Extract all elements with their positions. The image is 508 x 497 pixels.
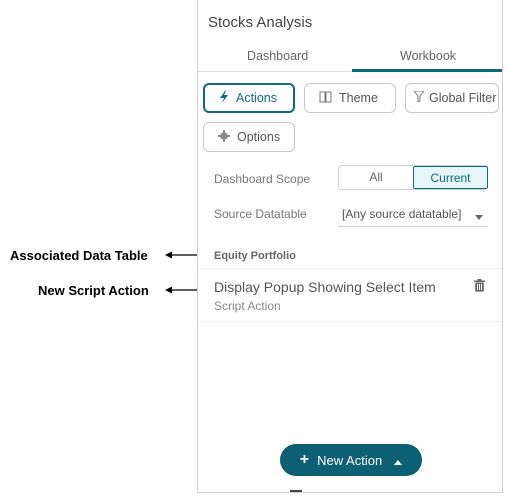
dashboard-scope-toggle: All Current [338, 165, 488, 190]
filter-icon [412, 90, 426, 105]
global-filter-button[interactable]: Global Filter [405, 83, 499, 113]
options-button-label: Options [237, 130, 281, 144]
chevron-down-icon [475, 209, 483, 223]
source-datatable-value: [Any source datatable] [342, 207, 462, 221]
action-item-type: Script Action [214, 299, 281, 313]
theme-button[interactable]: Theme [304, 83, 396, 113]
source-datatable-label: Source Datatable [214, 207, 307, 221]
action-item-title: Display Popup Showing Select Item [214, 279, 436, 295]
tab-bar: Dashboard Workbook [198, 45, 502, 72]
resize-handle[interactable] [290, 490, 302, 492]
callout-new-script-action: New Script Action [38, 283, 149, 298]
source-datatable-select[interactable]: [Any source datatable] [338, 200, 488, 227]
caret-up-icon [394, 453, 403, 468]
actions-button-label: Actions [236, 91, 277, 105]
scope-option-current[interactable]: Current [413, 166, 488, 189]
new-action-button[interactable]: + New Action [280, 444, 422, 476]
tab-dashboard[interactable]: Dashboard [247, 49, 308, 63]
active-tab-indicator [352, 69, 502, 72]
tab-workbook[interactable]: Workbook [400, 49, 456, 63]
trash-icon[interactable] [474, 279, 485, 297]
plus-icon: + [299, 451, 310, 468]
callout-associated-data-table: Associated Data Table [10, 248, 148, 263]
gear-icon [218, 129, 230, 145]
scope-option-all[interactable]: All [339, 166, 413, 189]
book-icon [319, 91, 332, 106]
panel-title: Stocks Analysis [208, 14, 313, 31]
lightning-icon [219, 90, 229, 106]
actions-button[interactable]: Actions [203, 83, 295, 113]
new-action-label: New Action [317, 452, 383, 468]
data-table-group-title: Equity Portfolio [214, 250, 296, 262]
options-button[interactable]: Options [203, 122, 295, 152]
workbook-actions-panel: Stocks Analysis Dashboard Workbook Actio… [197, 0, 503, 493]
dashboard-scope-label: Dashboard Scope [214, 172, 311, 186]
theme-button-label: Theme [339, 91, 378, 105]
action-list-item[interactable]: Display Popup Showing Select Item Script… [198, 268, 502, 322]
global-filter-button-label: Global Filter [429, 91, 497, 105]
